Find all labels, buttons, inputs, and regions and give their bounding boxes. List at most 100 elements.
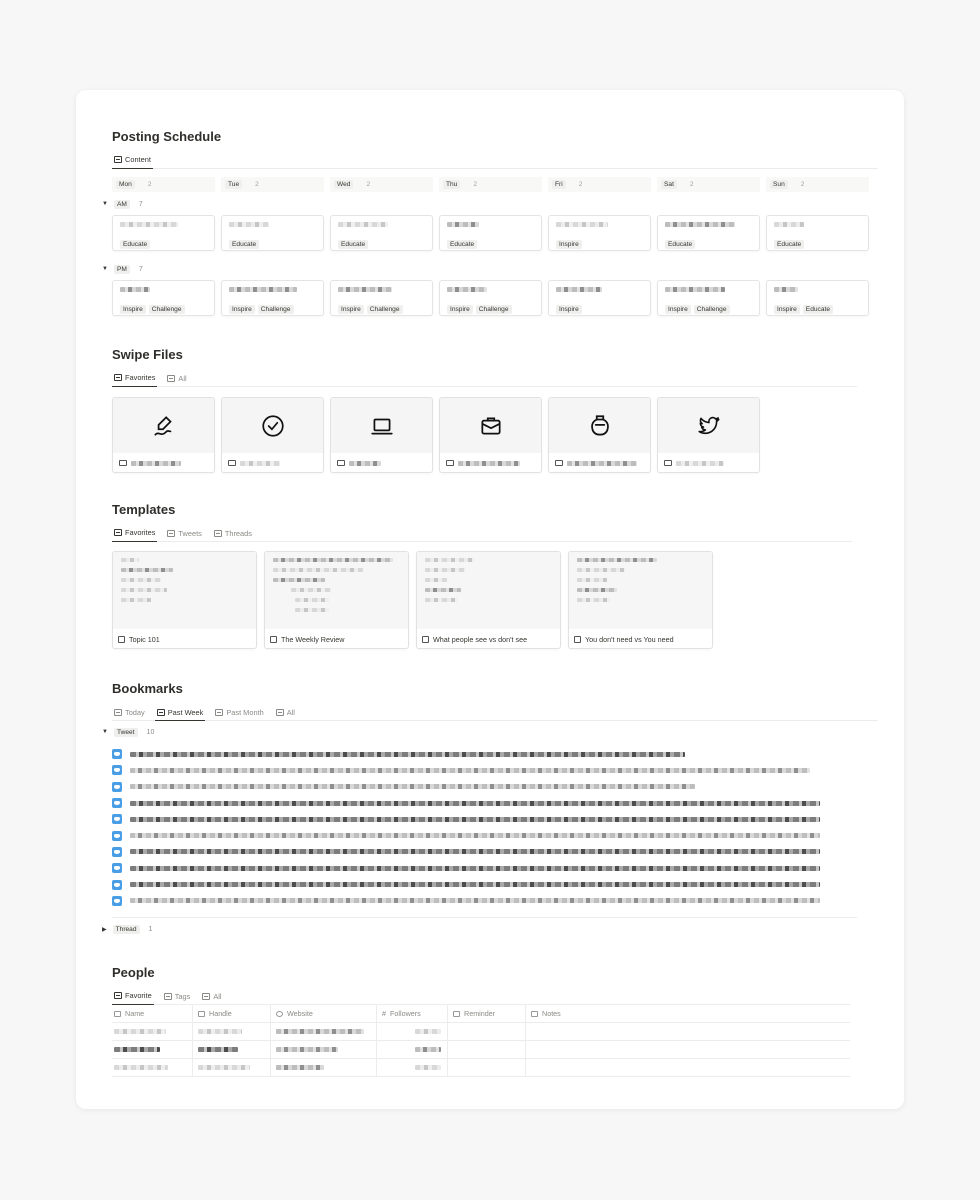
gallery-icon — [114, 529, 122, 536]
column-label: Followers — [390, 1009, 421, 1018]
folder-icon — [664, 460, 672, 466]
redacted-text — [130, 898, 820, 904]
day-column-thu[interactable]: Thu 2 — [439, 177, 542, 192]
post-card[interactable]: Educate — [112, 215, 215, 251]
list-icon — [114, 709, 122, 716]
post-card[interactable]: Inspire Educate — [766, 280, 869, 316]
group-tweet-toggle[interactable]: ▼ Tweet 10 — [102, 726, 878, 738]
post-card[interactable]: Inspire Challenge — [657, 280, 760, 316]
redacted-text — [120, 222, 178, 227]
column-name[interactable]: Name — [112, 1004, 193, 1023]
tab-favorites[interactable]: Favorites — [112, 370, 158, 387]
tab-all[interactable]: All — [200, 988, 223, 1005]
post-card[interactable]: Educate — [439, 215, 542, 251]
redacted-text — [121, 558, 139, 562]
tab-favorites[interactable]: Favorites — [112, 525, 158, 542]
redacted-text — [577, 578, 607, 582]
redacted-text — [130, 816, 820, 822]
triangle-down-icon[interactable]: ▼ — [102, 201, 108, 207]
redacted-text — [577, 558, 657, 562]
post-card[interactable]: Inspire Challenge — [221, 280, 324, 316]
post-card[interactable]: Educate — [766, 215, 869, 251]
list-item[interactable] — [112, 746, 878, 762]
table-header: Name Handle Website # Followers Reminder … — [112, 1004, 850, 1023]
group-pm-toggle[interactable]: ▼ PM 7 — [102, 263, 878, 275]
tab-past-month[interactable]: Past Month — [213, 704, 265, 721]
tab-past-week[interactable]: Past Week — [154, 704, 206, 721]
swipe-card[interactable] — [330, 397, 433, 473]
list-item[interactable] — [112, 893, 878, 909]
redacted-text — [425, 568, 465, 572]
table-row[interactable] — [112, 1040, 850, 1059]
table-icon — [114, 156, 122, 163]
template-card[interactable]: What people see vs don't see — [416, 551, 561, 649]
triangle-down-icon[interactable]: ▼ — [102, 266, 108, 272]
day-column-sun[interactable]: Sun 2 — [766, 177, 869, 192]
group-count: 7 — [138, 265, 143, 273]
tag: Inspire — [556, 305, 582, 314]
swipe-card[interactable] — [657, 397, 760, 473]
tab-label: All — [213, 991, 222, 1001]
column-website[interactable]: Website — [271, 1004, 377, 1023]
triangle-right-icon[interactable]: ▶ — [102, 926, 107, 933]
tab-label: Favorites — [125, 528, 156, 537]
day-column-sat[interactable]: Sat 2 — [657, 177, 760, 192]
triangle-down-icon[interactable]: ▼ — [102, 729, 108, 735]
table-row[interactable] — [112, 1022, 850, 1041]
list-item[interactable] — [112, 811, 878, 827]
gallery-icon — [167, 374, 176, 382]
redacted-text — [415, 1029, 441, 1034]
group-thread-toggle[interactable]: ▶ Thread 1 — [102, 924, 878, 936]
post-card[interactable]: Inspire — [548, 280, 651, 316]
table-row[interactable] — [112, 1058, 850, 1077]
post-card[interactable]: Educate — [221, 215, 324, 251]
text-icon — [198, 1010, 205, 1017]
list-item[interactable] — [112, 844, 878, 860]
redacted-text — [121, 568, 173, 572]
tab-all[interactable]: All — [165, 370, 188, 387]
tab-favorite[interactable]: Favorite — [112, 988, 154, 1005]
tab-tags[interactable]: Tags — [162, 988, 193, 1005]
tag: Educate — [802, 305, 833, 314]
day-column-wed[interactable]: Wed 2 — [330, 177, 433, 192]
posting-schedule-section: Posting Schedule Content Mon 2 Tue 2 Wed 2 … — [102, 128, 878, 316]
redacted-text — [577, 568, 625, 572]
post-card[interactable]: Educate — [330, 215, 433, 251]
column-handle[interactable]: Handle — [193, 1004, 271, 1023]
post-card[interactable]: Inspire Challenge — [112, 280, 215, 316]
day-column-tue[interactable]: Tue 2 — [221, 177, 324, 192]
template-card[interactable]: You don't need vs You need — [568, 551, 713, 649]
column-followers[interactable]: # Followers — [377, 1004, 448, 1023]
list-item[interactable] — [112, 876, 878, 892]
tab-today[interactable]: Today — [112, 704, 147, 721]
column-notes[interactable]: Notes — [526, 1005, 850, 1023]
swipe-card[interactable] — [548, 397, 651, 473]
list-item[interactable] — [112, 762, 878, 778]
tab-tweets[interactable]: Tweets — [165, 525, 203, 542]
tab-content[interactable]: Content — [112, 152, 153, 169]
post-card[interactable]: Inspire — [548, 215, 651, 251]
tab-all[interactable]: All — [274, 704, 297, 721]
list-item[interactable] — [112, 860, 878, 876]
swipe-card[interactable] — [439, 397, 542, 473]
day-column-fri[interactable]: Fri 2 — [548, 177, 651, 192]
day-column-mon[interactable]: Mon 2 — [112, 177, 215, 192]
redacted-text — [291, 588, 331, 592]
redacted-text — [120, 287, 150, 292]
post-card[interactable]: Educate — [657, 215, 760, 251]
list-item[interactable] — [112, 827, 878, 843]
day-count: 2 — [473, 181, 478, 188]
group-am-toggle[interactable]: ▼ AM 7 — [102, 198, 878, 210]
template-card[interactable]: The Weekly Review — [264, 551, 409, 649]
post-card[interactable]: Inspire Challenge — [330, 280, 433, 316]
tab-threads[interactable]: Threads — [212, 525, 254, 542]
template-card[interactable]: Topic 101 — [112, 551, 257, 649]
redacted-text — [131, 460, 181, 466]
swipe-card[interactable] — [221, 397, 324, 473]
column-reminder[interactable]: Reminder — [448, 1004, 526, 1023]
redacted-text — [338, 287, 392, 292]
list-item[interactable] — [112, 795, 878, 811]
swipe-card[interactable] — [112, 397, 215, 473]
list-item[interactable] — [112, 779, 878, 795]
post-card[interactable]: Inspire Challenge — [439, 280, 542, 316]
